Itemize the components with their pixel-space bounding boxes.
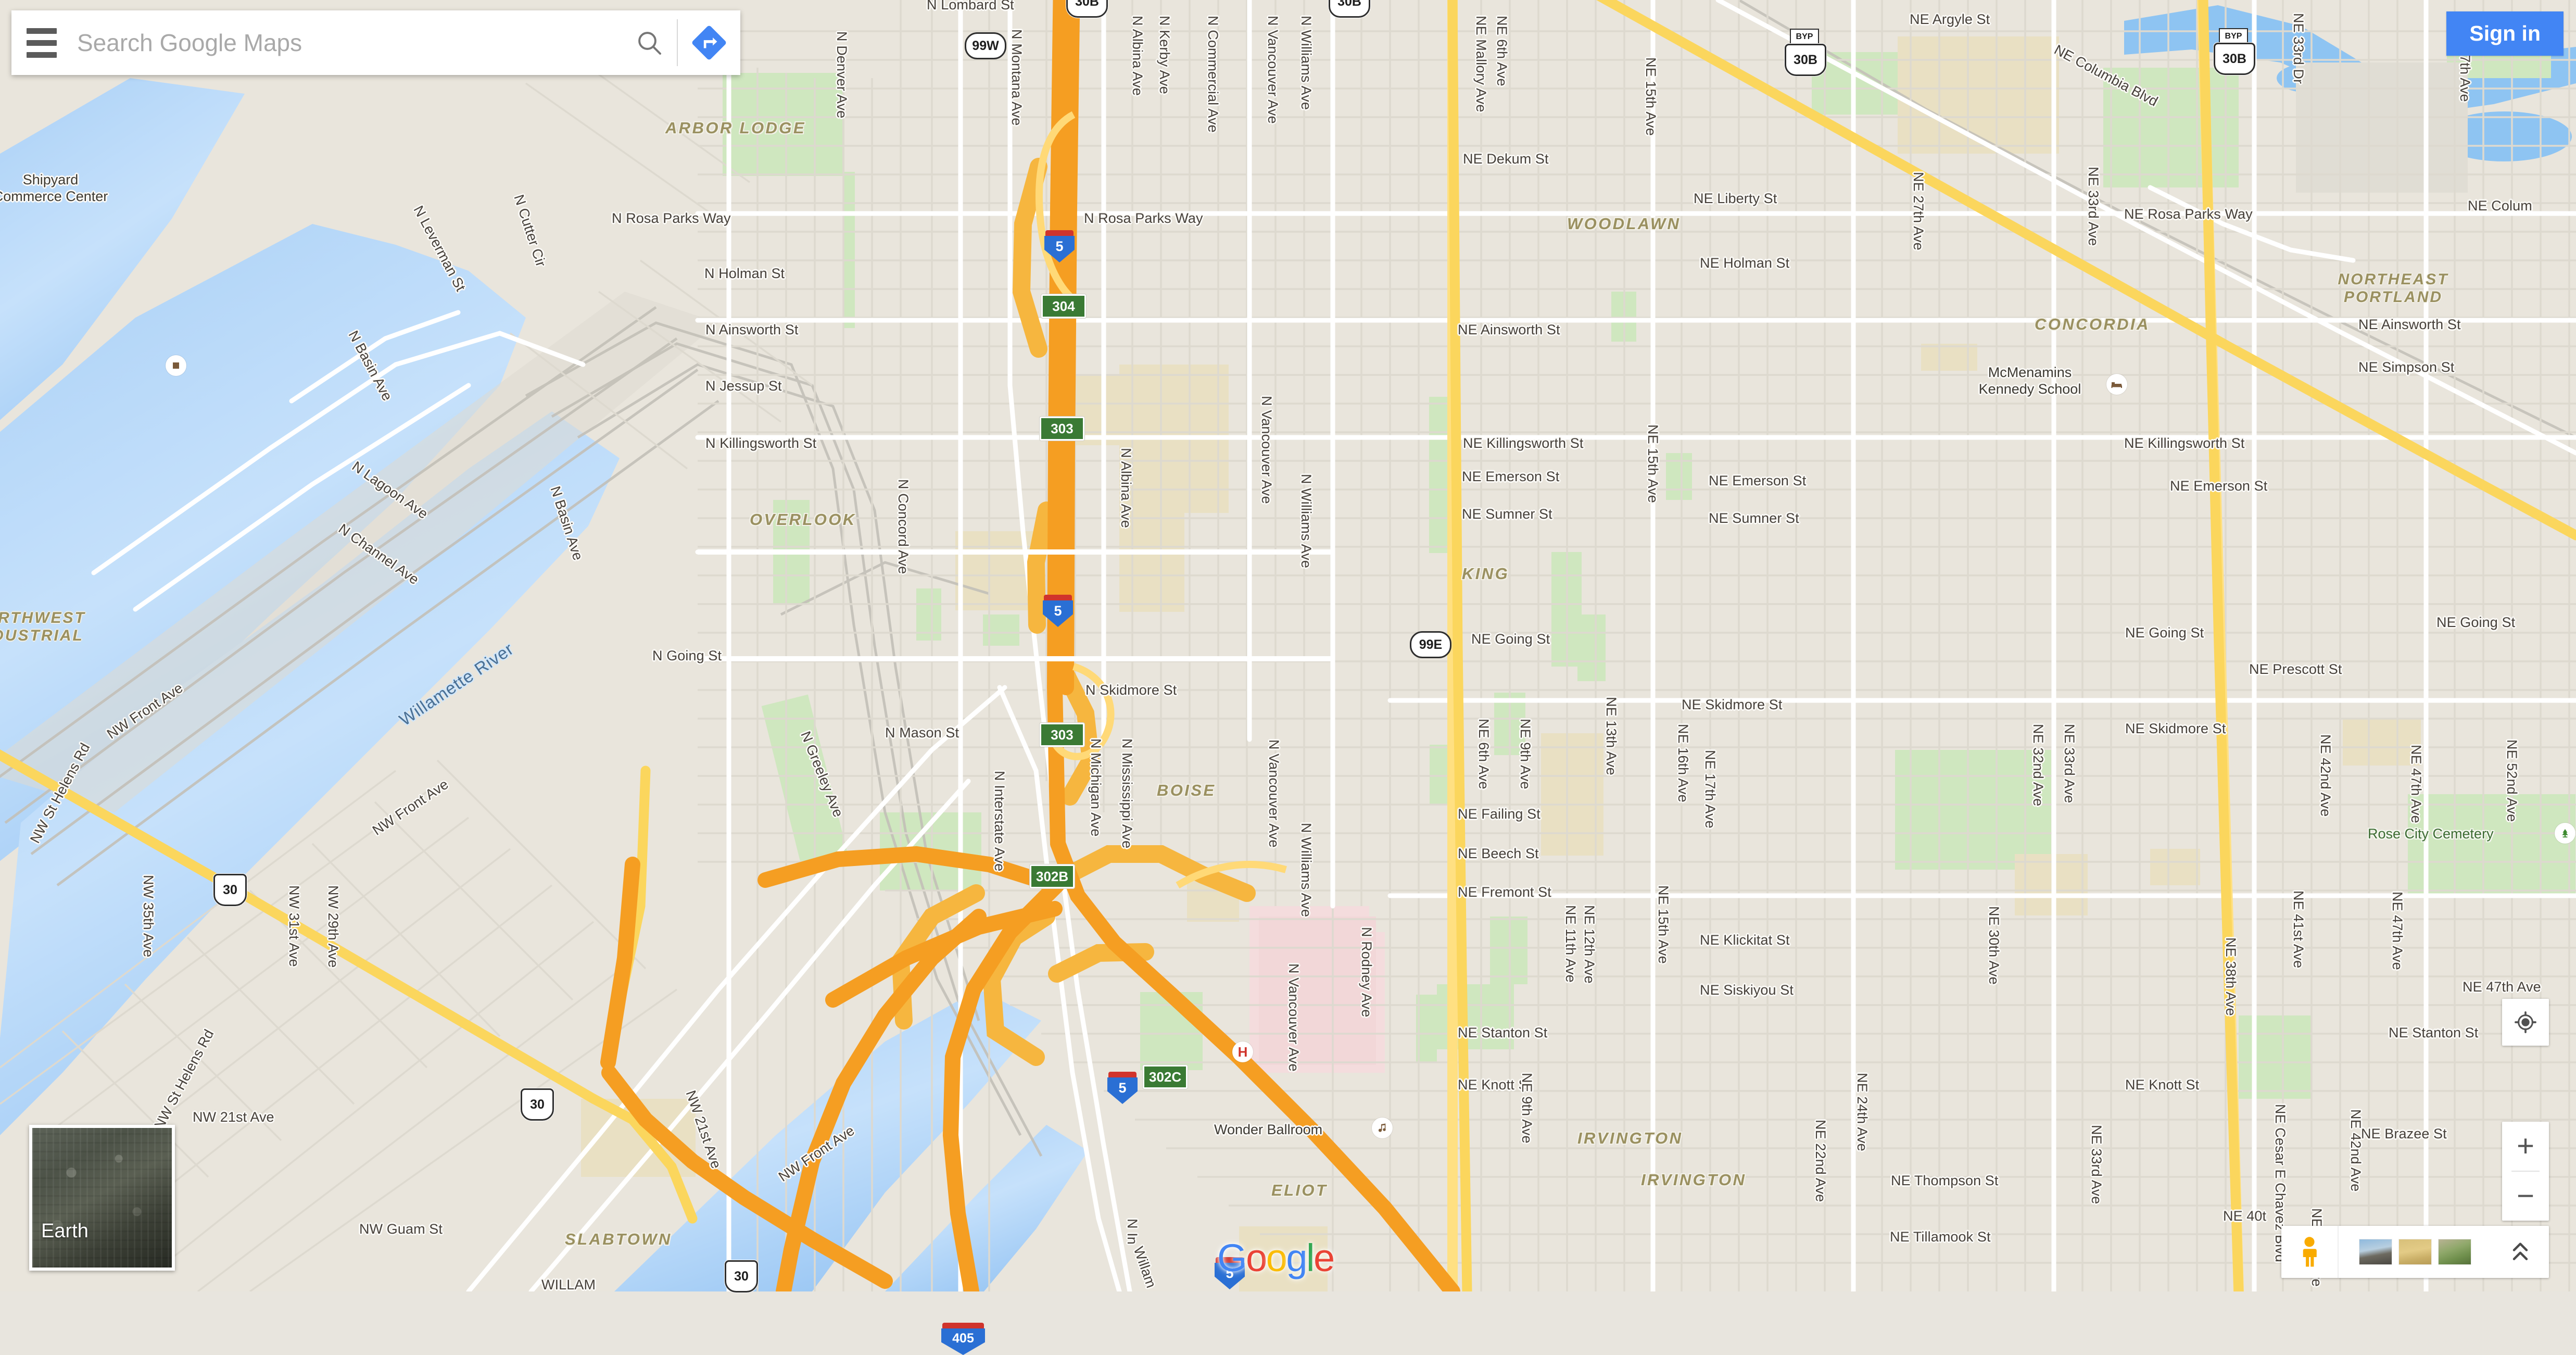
- map-canvas[interactable]: [0, 0, 2576, 1291]
- map-vector-layer: [0, 0, 2576, 1291]
- directions-diamond-icon[interactable]: [678, 10, 740, 75]
- hamburger-menu-icon[interactable]: [11, 10, 72, 75]
- search-bar[interactable]: [11, 10, 740, 75]
- satellite-layer-thumb[interactable]: [2359, 1239, 2392, 1264]
- earth-layer-thumb[interactable]: [2439, 1239, 2471, 1264]
- layer-thumbnails[interactable]: [2339, 1239, 2492, 1264]
- shield-i405: 405: [941, 1323, 985, 1355]
- my-location-button[interactable]: [2502, 999, 2549, 1046]
- zoom-controls[interactable]: + −: [2502, 1122, 2549, 1221]
- pegman-streetview-icon[interactable]: [2281, 1226, 2338, 1278]
- bottom-control-bar[interactable]: [2281, 1226, 2549, 1278]
- sign-in-button[interactable]: Sign in: [2446, 11, 2564, 56]
- i405-top-bar: [942, 1323, 984, 1329]
- earth-thumb-imagery: [32, 1128, 172, 1268]
- zoom-out-button[interactable]: −: [2502, 1172, 2549, 1221]
- terrain-layer-thumb[interactable]: [2399, 1239, 2431, 1264]
- search-icon[interactable]: [622, 10, 677, 75]
- hamburger-line-3: [27, 52, 57, 58]
- my-location-icon: [2514, 1011, 2537, 1034]
- hamburger-line-2: [27, 40, 57, 46]
- chevron-up-icon[interactable]: [2492, 1226, 2549, 1278]
- earth-layer-button[interactable]: Earth: [29, 1125, 175, 1271]
- hamburger-line-1: [27, 28, 57, 34]
- search-input[interactable]: [72, 29, 622, 57]
- i405-number: 405: [941, 1328, 985, 1355]
- zoom-in-button[interactable]: +: [2502, 1122, 2549, 1171]
- earth-layer-label: Earth: [41, 1220, 89, 1243]
